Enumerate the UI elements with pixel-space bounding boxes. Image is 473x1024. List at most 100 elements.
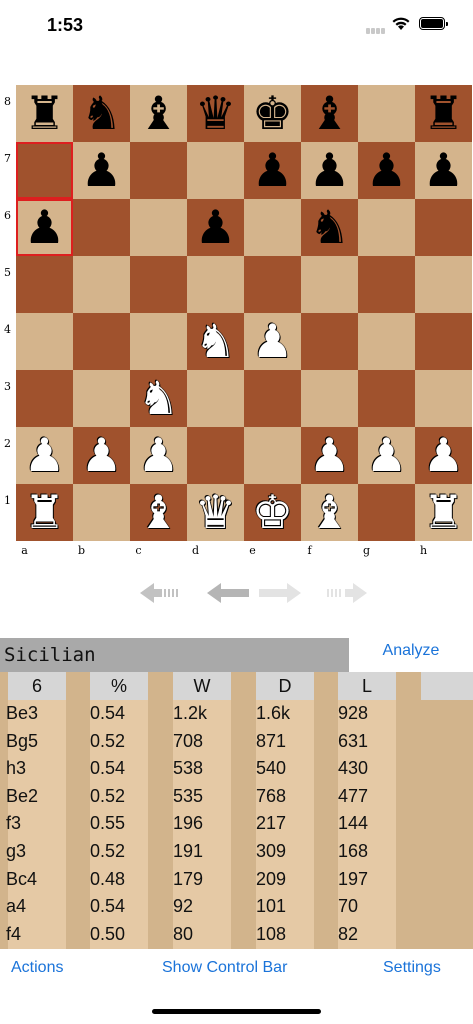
black-pawn-icon[interactable]: ♟ — [301, 142, 358, 199]
next-move-button[interactable] — [257, 578, 303, 608]
black-knight-icon[interactable]: ♞ — [301, 199, 358, 256]
square-e4[interactable]: ♟ — [244, 313, 301, 370]
square-c1[interactable]: ♝ — [130, 484, 187, 541]
square-e1[interactable]: ♚ — [244, 484, 301, 541]
black-pawn-icon[interactable]: ♟ — [244, 142, 301, 199]
last-move-button[interactable] — [325, 578, 369, 608]
black-pawn-icon[interactable]: ♟ — [415, 142, 472, 199]
square-b2[interactable]: ♟ — [73, 427, 130, 484]
square-h3[interactable] — [415, 370, 472, 427]
move-cell[interactable]: g3 — [6, 838, 26, 865]
white-pawn-icon[interactable]: ♟ — [415, 427, 472, 484]
square-a2[interactable]: ♟ — [16, 427, 73, 484]
square-d3[interactable] — [187, 370, 244, 427]
black-pawn-icon[interactable]: ♟ — [187, 199, 244, 256]
square-d5[interactable] — [187, 256, 244, 313]
square-b4[interactable] — [73, 313, 130, 370]
square-b1[interactable] — [73, 484, 130, 541]
analyze-button[interactable]: Analyze — [349, 638, 473, 672]
square-f4[interactable] — [301, 313, 358, 370]
square-c7[interactable] — [130, 142, 187, 199]
square-d6[interactable]: ♟ — [187, 199, 244, 256]
square-d8[interactable]: ♛ — [187, 85, 244, 142]
square-g1[interactable] — [358, 484, 415, 541]
square-f1[interactable]: ♝ — [301, 484, 358, 541]
square-g2[interactable]: ♟ — [358, 427, 415, 484]
square-h1[interactable]: ♜ — [415, 484, 472, 541]
white-knight-icon[interactable]: ♞ — [130, 370, 187, 427]
white-rook-icon[interactable]: ♜ — [415, 484, 472, 541]
square-h4[interactable] — [415, 313, 472, 370]
white-pawn-icon[interactable]: ♟ — [244, 313, 301, 370]
square-f7[interactable]: ♟ — [301, 142, 358, 199]
white-pawn-icon[interactable]: ♟ — [130, 427, 187, 484]
move-cell[interactable]: a4 — [6, 893, 26, 920]
square-d1[interactable]: ♛ — [187, 484, 244, 541]
black-bishop-icon[interactable]: ♝ — [130, 85, 187, 142]
move-cell[interactable]: f3 — [6, 810, 21, 837]
square-a7[interactable] — [16, 142, 73, 199]
column-header[interactable]: W — [173, 672, 231, 700]
square-b3[interactable] — [73, 370, 130, 427]
square-b6[interactable] — [73, 199, 130, 256]
column-header[interactable]: L — [338, 672, 396, 700]
black-bishop-icon[interactable]: ♝ — [301, 85, 358, 142]
black-rook-icon[interactable]: ♜ — [16, 85, 73, 142]
black-rook-icon[interactable]: ♜ — [415, 85, 472, 142]
square-c2[interactable]: ♟ — [130, 427, 187, 484]
square-d7[interactable] — [187, 142, 244, 199]
show-control-bar-button[interactable]: Show Control Bar — [162, 959, 287, 977]
square-f6[interactable]: ♞ — [301, 199, 358, 256]
move-cell[interactable]: Be2 — [6, 783, 38, 810]
square-a1[interactable]: ♜ — [16, 484, 73, 541]
square-f5[interactable] — [301, 256, 358, 313]
white-pawn-icon[interactable]: ♟ — [16, 427, 73, 484]
settings-button[interactable]: Settings — [383, 959, 441, 977]
white-king-icon[interactable]: ♚ — [244, 484, 301, 541]
move-cell[interactable]: Bc4 — [6, 866, 37, 893]
square-a5[interactable] — [16, 256, 73, 313]
square-h8[interactable]: ♜ — [415, 85, 472, 142]
square-g3[interactable] — [358, 370, 415, 427]
black-pawn-icon[interactable]: ♟ — [16, 199, 73, 256]
white-bishop-icon[interactable]: ♝ — [301, 484, 358, 541]
white-pawn-icon[interactable]: ♟ — [73, 427, 130, 484]
first-move-button[interactable] — [138, 578, 182, 608]
column-header[interactable]: 6 — [8, 672, 66, 700]
square-f8[interactable]: ♝ — [301, 85, 358, 142]
square-h7[interactable]: ♟ — [415, 142, 472, 199]
square-c8[interactable]: ♝ — [130, 85, 187, 142]
move-cell[interactable]: h3 — [6, 755, 26, 782]
black-queen-icon[interactable]: ♛ — [187, 85, 244, 142]
square-g7[interactable]: ♟ — [358, 142, 415, 199]
square-g5[interactable] — [358, 256, 415, 313]
square-g8[interactable] — [358, 85, 415, 142]
square-h2[interactable]: ♟ — [415, 427, 472, 484]
square-c4[interactable] — [130, 313, 187, 370]
square-a3[interactable] — [16, 370, 73, 427]
square-c6[interactable] — [130, 199, 187, 256]
column-header[interactable]: % — [90, 672, 148, 700]
square-a6[interactable]: ♟ — [16, 199, 73, 256]
square-g4[interactable] — [358, 313, 415, 370]
square-b7[interactable]: ♟ — [73, 142, 130, 199]
square-e6[interactable] — [244, 199, 301, 256]
square-f3[interactable] — [301, 370, 358, 427]
square-e2[interactable] — [244, 427, 301, 484]
square-d4[interactable]: ♞ — [187, 313, 244, 370]
white-knight-icon[interactable]: ♞ — [187, 313, 244, 370]
black-king-icon[interactable]: ♚ — [244, 85, 301, 142]
column-header[interactable]: D — [256, 672, 314, 700]
square-c5[interactable] — [130, 256, 187, 313]
white-rook-icon[interactable]: ♜ — [16, 484, 73, 541]
white-bishop-icon[interactable]: ♝ — [130, 484, 187, 541]
square-e3[interactable] — [244, 370, 301, 427]
square-g6[interactable] — [358, 199, 415, 256]
square-b5[interactable] — [73, 256, 130, 313]
square-a8[interactable]: ♜ — [16, 85, 73, 142]
square-e8[interactable]: ♚ — [244, 85, 301, 142]
move-cell[interactable]: f4 — [6, 921, 21, 948]
black-pawn-icon[interactable]: ♟ — [73, 142, 130, 199]
previous-move-button[interactable] — [205, 578, 251, 608]
actions-button[interactable]: Actions — [11, 959, 63, 977]
